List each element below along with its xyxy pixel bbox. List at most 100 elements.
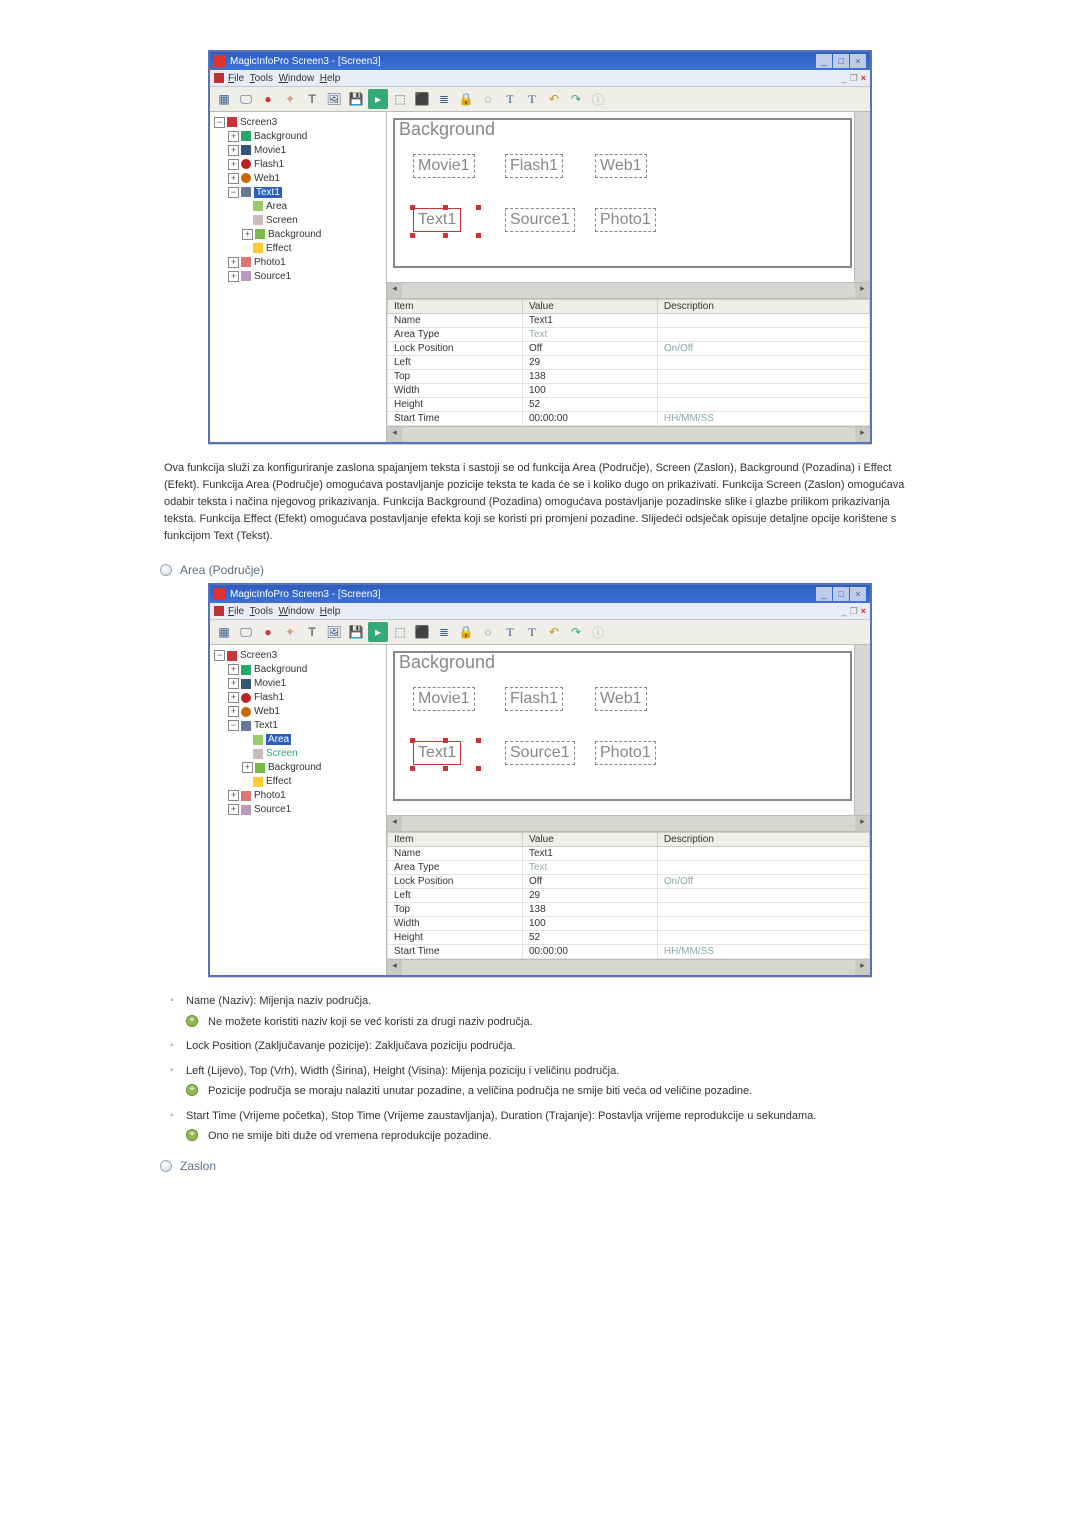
tool-zoom-out-icon[interactable]: Ƭ bbox=[522, 622, 542, 642]
tool-preview-icon[interactable]: ▸ bbox=[368, 89, 388, 109]
tree-screen[interactable]: Screen bbox=[212, 747, 384, 761]
properties-scroll-h[interactable]: ◂▸ bbox=[387, 959, 870, 975]
tree-photo1[interactable]: +Photo1 bbox=[212, 256, 384, 270]
handle-icon[interactable] bbox=[443, 205, 448, 210]
table-row[interactable]: Width100 bbox=[388, 384, 870, 398]
tool-layer-back-icon[interactable]: ⬚ bbox=[390, 622, 410, 642]
tool-redo-icon[interactable]: ↷ bbox=[566, 622, 586, 642]
tree-background2[interactable]: +Background bbox=[212, 761, 384, 775]
handle-icon[interactable] bbox=[410, 766, 415, 771]
tree-root[interactable]: −Screen3 bbox=[212, 116, 384, 130]
table-row[interactable]: Start Time00:00:00HH/MM/SS bbox=[388, 945, 870, 959]
mdi-minimize[interactable]: _ bbox=[842, 606, 847, 617]
handle-icon[interactable] bbox=[476, 233, 481, 238]
maximize-button[interactable]: □ bbox=[833, 587, 849, 601]
table-row[interactable]: Area TypeText bbox=[388, 328, 870, 342]
canvas[interactable]: Background Movie1 Flash1 Web1 Text1 Sour bbox=[387, 645, 854, 815]
photo1-object[interactable]: Photo1 bbox=[595, 741, 656, 765]
table-row[interactable]: Width100 bbox=[388, 917, 870, 931]
tree-effect[interactable]: Effect bbox=[212, 242, 384, 256]
tree-text1[interactable]: −Text1 bbox=[212, 719, 384, 733]
canvas-scroll-v[interactable] bbox=[854, 112, 870, 282]
minimize-button[interactable]: _ bbox=[816, 587, 832, 601]
minimize-button[interactable]: _ bbox=[816, 54, 832, 68]
tool-grid-icon[interactable]: ◌ bbox=[478, 622, 498, 642]
tool-layer-front-icon[interactable]: ⬛ bbox=[412, 622, 432, 642]
tree-movie1[interactable]: +Movie1 bbox=[212, 144, 384, 158]
table-row[interactable]: Area TypeText bbox=[388, 861, 870, 875]
table-row[interactable]: NameText1 bbox=[388, 847, 870, 861]
canvas-scroll-h[interactable]: ◂▸ bbox=[387, 282, 870, 298]
tree-text1[interactable]: −Text1 bbox=[212, 186, 384, 200]
tool-info-icon[interactable]: ⓘ bbox=[588, 89, 608, 109]
movie1-object[interactable]: Movie1 bbox=[413, 687, 475, 711]
tool-zoom-in-icon[interactable]: Ƭ bbox=[500, 89, 520, 109]
table-row[interactable]: Top138 bbox=[388, 370, 870, 384]
tool-text-icon[interactable]: T bbox=[302, 622, 322, 642]
handle-icon[interactable] bbox=[410, 205, 415, 210]
mdi-restore[interactable]: ❐ bbox=[850, 73, 858, 84]
tool-record-icon[interactable]: ● bbox=[258, 89, 278, 109]
tool-redo-icon[interactable]: ↷ bbox=[566, 89, 586, 109]
handle-icon[interactable] bbox=[443, 233, 448, 238]
tool-puzzle-icon[interactable]: ✦ bbox=[280, 89, 300, 109]
table-row[interactable]: Height52 bbox=[388, 398, 870, 412]
close-button[interactable]: × bbox=[850, 587, 866, 601]
tool-puzzle-icon[interactable]: ✦ bbox=[280, 622, 300, 642]
tool-lock-icon[interactable]: 🔒 bbox=[456, 89, 476, 109]
mdi-restore[interactable]: ❐ bbox=[850, 606, 858, 617]
flash1-object[interactable]: Flash1 bbox=[505, 154, 563, 178]
table-row[interactable]: Start Time00:00:00HH/MM/SS bbox=[388, 412, 870, 426]
tool-screen-icon[interactable]: ▦ bbox=[214, 89, 234, 109]
photo1-object[interactable]: Photo1 bbox=[595, 208, 656, 232]
tool-text-icon[interactable]: T bbox=[302, 89, 322, 109]
table-row[interactable]: Top138 bbox=[388, 903, 870, 917]
tool-align-icon[interactable]: ≣ bbox=[434, 89, 454, 109]
mdi-close[interactable]: × bbox=[861, 73, 866, 84]
tree-area[interactable]: Area bbox=[212, 733, 384, 747]
background-object[interactable]: Background Movie1 Flash1 Web1 Text1 Sour bbox=[393, 651, 852, 801]
mdi-close[interactable]: × bbox=[861, 606, 866, 617]
background-object[interactable]: Background Movie1 Flash1 Web1 Text1 Sour bbox=[393, 118, 852, 268]
flash1-object[interactable]: Flash1 bbox=[505, 687, 563, 711]
tree-movie1[interactable]: +Movie1 bbox=[212, 677, 384, 691]
tool-image-icon[interactable]: 🖼 bbox=[324, 89, 344, 109]
tree-photo1[interactable]: +Photo1 bbox=[212, 789, 384, 803]
web1-object[interactable]: Web1 bbox=[595, 154, 647, 178]
tree-source1[interactable]: +Source1 bbox=[212, 803, 384, 817]
tree-effect[interactable]: Effect bbox=[212, 775, 384, 789]
tree-background[interactable]: +Background bbox=[212, 130, 384, 144]
tool-zoom-out-icon[interactable]: Ƭ bbox=[522, 89, 542, 109]
tool-grid-icon[interactable]: ◌ bbox=[478, 89, 498, 109]
tree-web1[interactable]: +Web1 bbox=[212, 705, 384, 719]
tree-root[interactable]: −Screen3 bbox=[212, 649, 384, 663]
tool-undo-icon[interactable]: ↶ bbox=[544, 622, 564, 642]
menu-bar[interactable]: File Tools Window Help bbox=[228, 73, 838, 84]
source1-object[interactable]: Source1 bbox=[505, 741, 575, 765]
tree-source1[interactable]: +Source1 bbox=[212, 270, 384, 284]
tool-image-icon[interactable]: 🖼 bbox=[324, 622, 344, 642]
text1-object[interactable]: Text1 bbox=[413, 741, 461, 765]
tree-area[interactable]: Area bbox=[212, 200, 384, 214]
tree-flash1[interactable]: +Flash1 bbox=[212, 158, 384, 172]
tool-preview-icon[interactable]: ▸ bbox=[368, 622, 388, 642]
tool-save-icon[interactable]: 💾 bbox=[346, 622, 366, 642]
tree-screen[interactable]: Screen bbox=[212, 214, 384, 228]
canvas[interactable]: Background Movie1 Flash1 Web1 Text1 Sour bbox=[387, 112, 854, 282]
handle-icon[interactable] bbox=[476, 766, 481, 771]
handle-icon[interactable] bbox=[410, 233, 415, 238]
tree-web1[interactable]: +Web1 bbox=[212, 172, 384, 186]
properties-scroll-h[interactable]: ◂▸ bbox=[387, 426, 870, 442]
tool-screen-icon[interactable]: ▦ bbox=[214, 622, 234, 642]
tool-monitor-icon[interactable]: 🖵 bbox=[236, 622, 256, 642]
canvas-scroll-h[interactable]: ◂▸ bbox=[387, 815, 870, 831]
tree-background[interactable]: +Background bbox=[212, 663, 384, 677]
table-row[interactable]: Left29 bbox=[388, 356, 870, 370]
tool-save-icon[interactable]: 💾 bbox=[346, 89, 366, 109]
text1-object[interactable]: Text1 bbox=[413, 208, 461, 232]
menu-bar[interactable]: File Tools Window Help bbox=[228, 606, 838, 617]
tool-record-icon[interactable]: ● bbox=[258, 622, 278, 642]
tool-layer-front-icon[interactable]: ⬛ bbox=[412, 89, 432, 109]
tool-layer-back-icon[interactable]: ⬚ bbox=[390, 89, 410, 109]
handle-icon[interactable] bbox=[443, 738, 448, 743]
